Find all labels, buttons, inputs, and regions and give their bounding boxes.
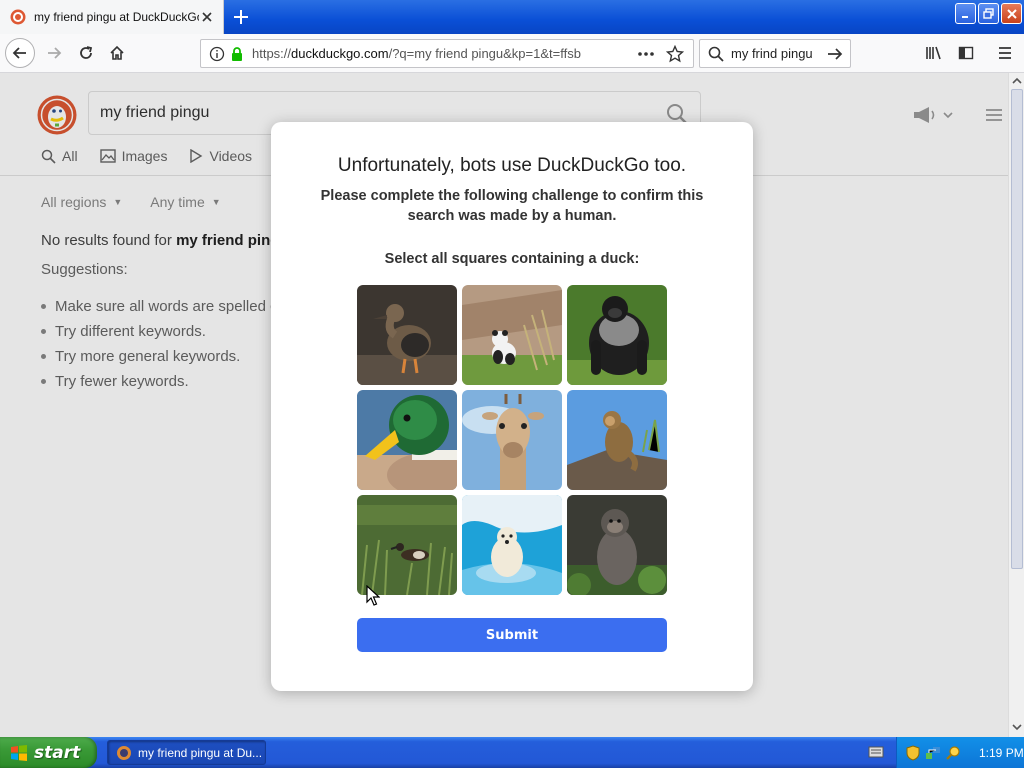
challenge-tile-duck-grass[interactable] — [357, 495, 457, 595]
go-arrow-icon[interactable] — [826, 45, 844, 63]
url-text: https://duckduckgo.com/?q=my friend ping… — [252, 46, 581, 61]
mouse-cursor-icon — [366, 585, 380, 606]
challenge-tile-panda[interactable] — [462, 285, 562, 385]
sidebar-icon — [958, 46, 974, 60]
home-button[interactable] — [103, 39, 131, 67]
challenge-tile-gorilla[interactable] — [567, 285, 667, 385]
challenge-tile-giraffe[interactable] — [462, 390, 562, 490]
vertical-scrollbar[interactable] — [1008, 73, 1024, 737]
url-bar[interactable]: https://duckduckgo.com/?q=my friend ping… — [200, 39, 694, 68]
challenge-tile-monkey[interactable] — [567, 390, 667, 490]
duckduckgo-favicon-icon — [10, 9, 26, 25]
network-icon[interactable] — [925, 745, 941, 761]
page-content: my friend pingu All Images Videos All re… — [0, 73, 1008, 737]
challenge-tile-duck[interactable] — [357, 285, 457, 385]
scrollbar-thumb[interactable] — [1011, 89, 1023, 569]
sidebar-button[interactable] — [952, 39, 980, 67]
reload-button[interactable] — [72, 39, 100, 67]
new-tab-icon[interactable] — [228, 4, 254, 30]
scroll-down-icon[interactable] — [1010, 721, 1024, 733]
challenge-modal: Unfortunately, bots use DuckDuckGo too. … — [271, 122, 753, 691]
browser-tab[interactable]: my friend pingu at DuckDuckGo — [0, 0, 224, 34]
arrow-left-icon — [12, 47, 26, 59]
close-tab-icon[interactable] — [199, 9, 215, 25]
info-icon[interactable] — [209, 46, 225, 62]
scroll-up-icon[interactable] — [1010, 75, 1024, 87]
library-icon — [926, 46, 941, 60]
restore-icon[interactable] — [978, 3, 999, 24]
challenge-title: Unfortunately, bots use DuckDuckGo too. — [337, 155, 687, 176]
submit-button[interactable]: Submit — [357, 618, 667, 652]
duck-app-icon — [117, 745, 131, 760]
navigation-toolbar: https://duckduckgo.com/?q=my friend ping… — [0, 34, 1024, 73]
reload-icon — [80, 46, 93, 59]
forward-button[interactable] — [40, 39, 68, 67]
bookmark-star-icon[interactable] — [666, 45, 684, 63]
taskbar-item-label: my friend pingu at Du... — [138, 745, 263, 760]
clock: 1:19 PM — [979, 745, 1024, 760]
search-input[interactable]: my frind pingu — [731, 46, 813, 61]
challenge-description: Please complete the following challenge … — [320, 188, 704, 224]
close-window-icon[interactable] — [1001, 3, 1022, 24]
arrow-right-icon — [48, 47, 62, 59]
home-icon — [110, 45, 124, 60]
search-bar[interactable]: my frind pingu — [699, 39, 851, 68]
taskbar-item-firefox[interactable]: my friend pingu at Du... — [107, 740, 266, 765]
menu-button[interactable] — [991, 39, 1019, 67]
lock-icon[interactable] — [229, 46, 245, 62]
tab-title: my friend pingu at DuckDuckGo — [34, 10, 199, 24]
taskbar: start my friend pingu at Du... 1:19 PM — [0, 737, 1024, 768]
library-button[interactable] — [920, 39, 948, 67]
windows-logo-icon — [11, 744, 27, 761]
security-shield-icon[interactable] — [905, 744, 921, 761]
title-bar: my friend pingu at DuckDuckGo — [0, 0, 1024, 34]
challenge-tile-monkey-2[interactable] — [567, 495, 667, 595]
hamburger-icon — [999, 47, 1011, 59]
start-button[interactable]: start — [0, 737, 97, 768]
back-button[interactable] — [5, 38, 35, 68]
search-tray-icon[interactable] — [945, 745, 961, 761]
minimize-icon[interactable] — [955, 3, 976, 24]
challenge-prompt: Select all squares containing a duck: — [384, 251, 640, 267]
challenge-tile-mallard[interactable] — [357, 390, 457, 490]
keyboard-icon[interactable] — [868, 745, 884, 759]
challenge-tile-polar-bear[interactable] — [462, 495, 562, 595]
challenge-image-grid — [357, 285, 667, 595]
page-actions-icon[interactable] — [637, 46, 655, 62]
start-label: start — [34, 742, 81, 763]
search-icon — [708, 46, 724, 62]
system-tray: 1:19 PM — [896, 737, 1024, 768]
